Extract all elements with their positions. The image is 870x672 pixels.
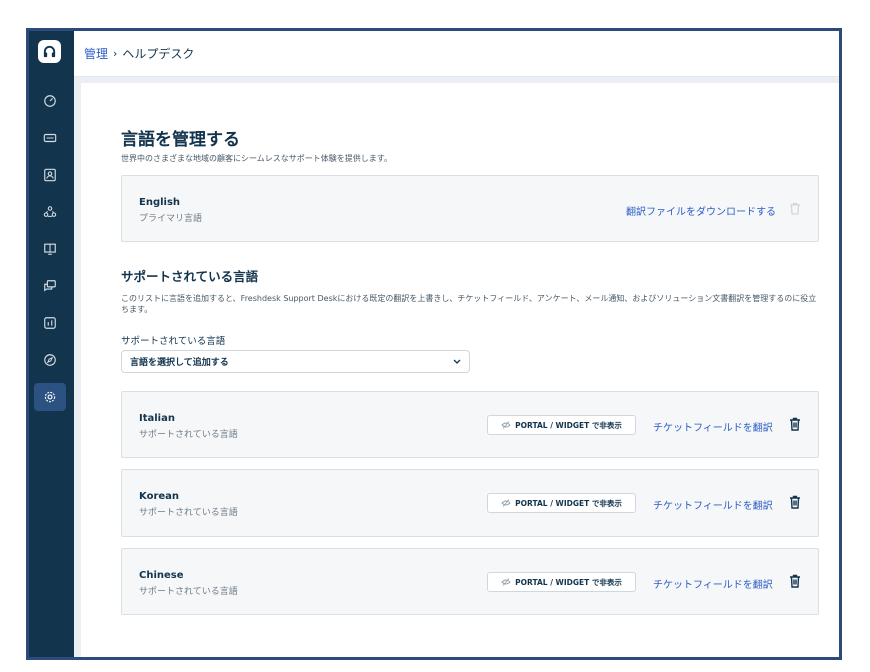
eye-off-icon — [501, 578, 511, 586]
gear-icon — [44, 391, 56, 403]
translate-ticket-fields-link[interactable]: チケットフィールドを翻訳 — [653, 419, 773, 434]
sidebar-item-solutions[interactable] — [34, 235, 66, 263]
page-title: 言語を管理する — [121, 130, 240, 150]
chevron-down-icon — [453, 359, 461, 364]
breadcrumb-separator: › — [113, 47, 118, 60]
hide-on-portal-button[interactable]: PORTAL / WIDGET で非表示 — [487, 493, 636, 513]
language-card-korean: Korean サポートされている言語 PORTAL / WIDGET で非表示 … — [121, 469, 819, 537]
breadcrumb-current: ヘルプデスク — [122, 47, 195, 61]
hide-on-portal-label: PORTAL / WIDGET で非表示 — [515, 498, 622, 508]
trash-icon[interactable] — [789, 417, 801, 431]
hide-on-portal-button[interactable]: PORTAL / WIDGET で非表示 — [487, 415, 636, 435]
page-subtitle: 世界中のさまざまな地域の顧客にシームレスなサポート体験を提供します。 — [121, 154, 392, 163]
sidebar-item-forums[interactable] — [34, 272, 66, 300]
contact-icon — [44, 168, 56, 182]
sidebar-item-groups[interactable] — [34, 198, 66, 226]
breadcrumb: 管理 › ヘルプデスク — [74, 31, 839, 77]
supported-languages-description: このリストに言語を追加すると、Freshdesk Support Deskにおけ… — [121, 294, 817, 314]
app-window: 管理 › ヘルプデスク 言語を管理する 世界中のさまざまな地域の顧客にシームレス… — [26, 28, 842, 660]
trash-icon[interactable] — [789, 495, 801, 509]
primary-language-name: English — [139, 197, 181, 208]
sidebar-item-dashboard[interactable] — [34, 87, 66, 115]
language-label: サポートされている言語 — [139, 430, 238, 440]
download-translation-link[interactable]: 翻訳ファイルをダウンロードする — [626, 203, 776, 218]
sidebar-item-analytics[interactable] — [34, 309, 66, 337]
book-icon — [44, 243, 56, 255]
language-card-chinese: Chinese サポートされている言語 PORTAL / WIDGET で非表示… — [121, 548, 819, 615]
language-label: サポートされている言語 — [139, 508, 238, 518]
main-content: 言語を管理する 世界中のさまざまな地域の顧客にシームレスなサポート体験を提供しま… — [81, 83, 839, 657]
language-label: サポートされている言語 — [139, 587, 238, 597]
hide-on-portal-button[interactable]: PORTAL / WIDGET で非表示 — [487, 572, 636, 592]
eye-off-icon — [501, 499, 511, 507]
supported-languages-heading: サポートされている言語 — [121, 269, 259, 284]
language-name: Chinese — [139, 570, 184, 581]
sidebar-item-admin[interactable] — [34, 383, 66, 411]
sidebar-item-explore[interactable] — [34, 346, 66, 374]
dashboard-icon — [44, 95, 56, 107]
freshdesk-logo-icon[interactable] — [38, 40, 61, 63]
sidebar-item-tickets[interactable] — [34, 124, 66, 152]
primary-language-label: プライマリ言語 — [139, 214, 203, 224]
language-name: Italian — [139, 413, 175, 424]
eye-off-icon — [501, 421, 511, 429]
sidebar-item-contacts[interactable] — [34, 161, 66, 189]
language-name: Korean — [139, 491, 180, 502]
primary-language-card: English プライマリ言語 翻訳ファイルをダウンロードする — [121, 175, 819, 242]
trash-icon[interactable] — [789, 574, 801, 588]
ticket-icon — [43, 133, 57, 143]
users-group-icon — [43, 206, 57, 217]
trash-icon-disabled — [790, 202, 800, 215]
language-select-dropdown[interactable]: 言語を選択して追加する — [121, 350, 470, 373]
supported-languages-field-label: サポートされている言語 — [121, 336, 226, 347]
language-card-italian: Italian サポートされている言語 PORTAL / WIDGET で非表示… — [121, 391, 819, 458]
breadcrumb-admin-link[interactable]: 管理 — [84, 45, 108, 62]
hide-on-portal-label: PORTAL / WIDGET で非表示 — [515, 420, 622, 430]
chat-icon — [44, 280, 56, 292]
translate-ticket-fields-link[interactable]: チケットフィールドを翻訳 — [653, 576, 773, 591]
analytics-icon — [44, 317, 56, 329]
language-select-value: 言語を選択して追加する — [130, 358, 229, 368]
sidebar — [29, 31, 74, 657]
translate-ticket-fields-link[interactable]: チケットフィールドを翻訳 — [653, 497, 773, 512]
compass-icon — [44, 354, 56, 366]
hide-on-portal-label: PORTAL / WIDGET で非表示 — [515, 577, 622, 587]
